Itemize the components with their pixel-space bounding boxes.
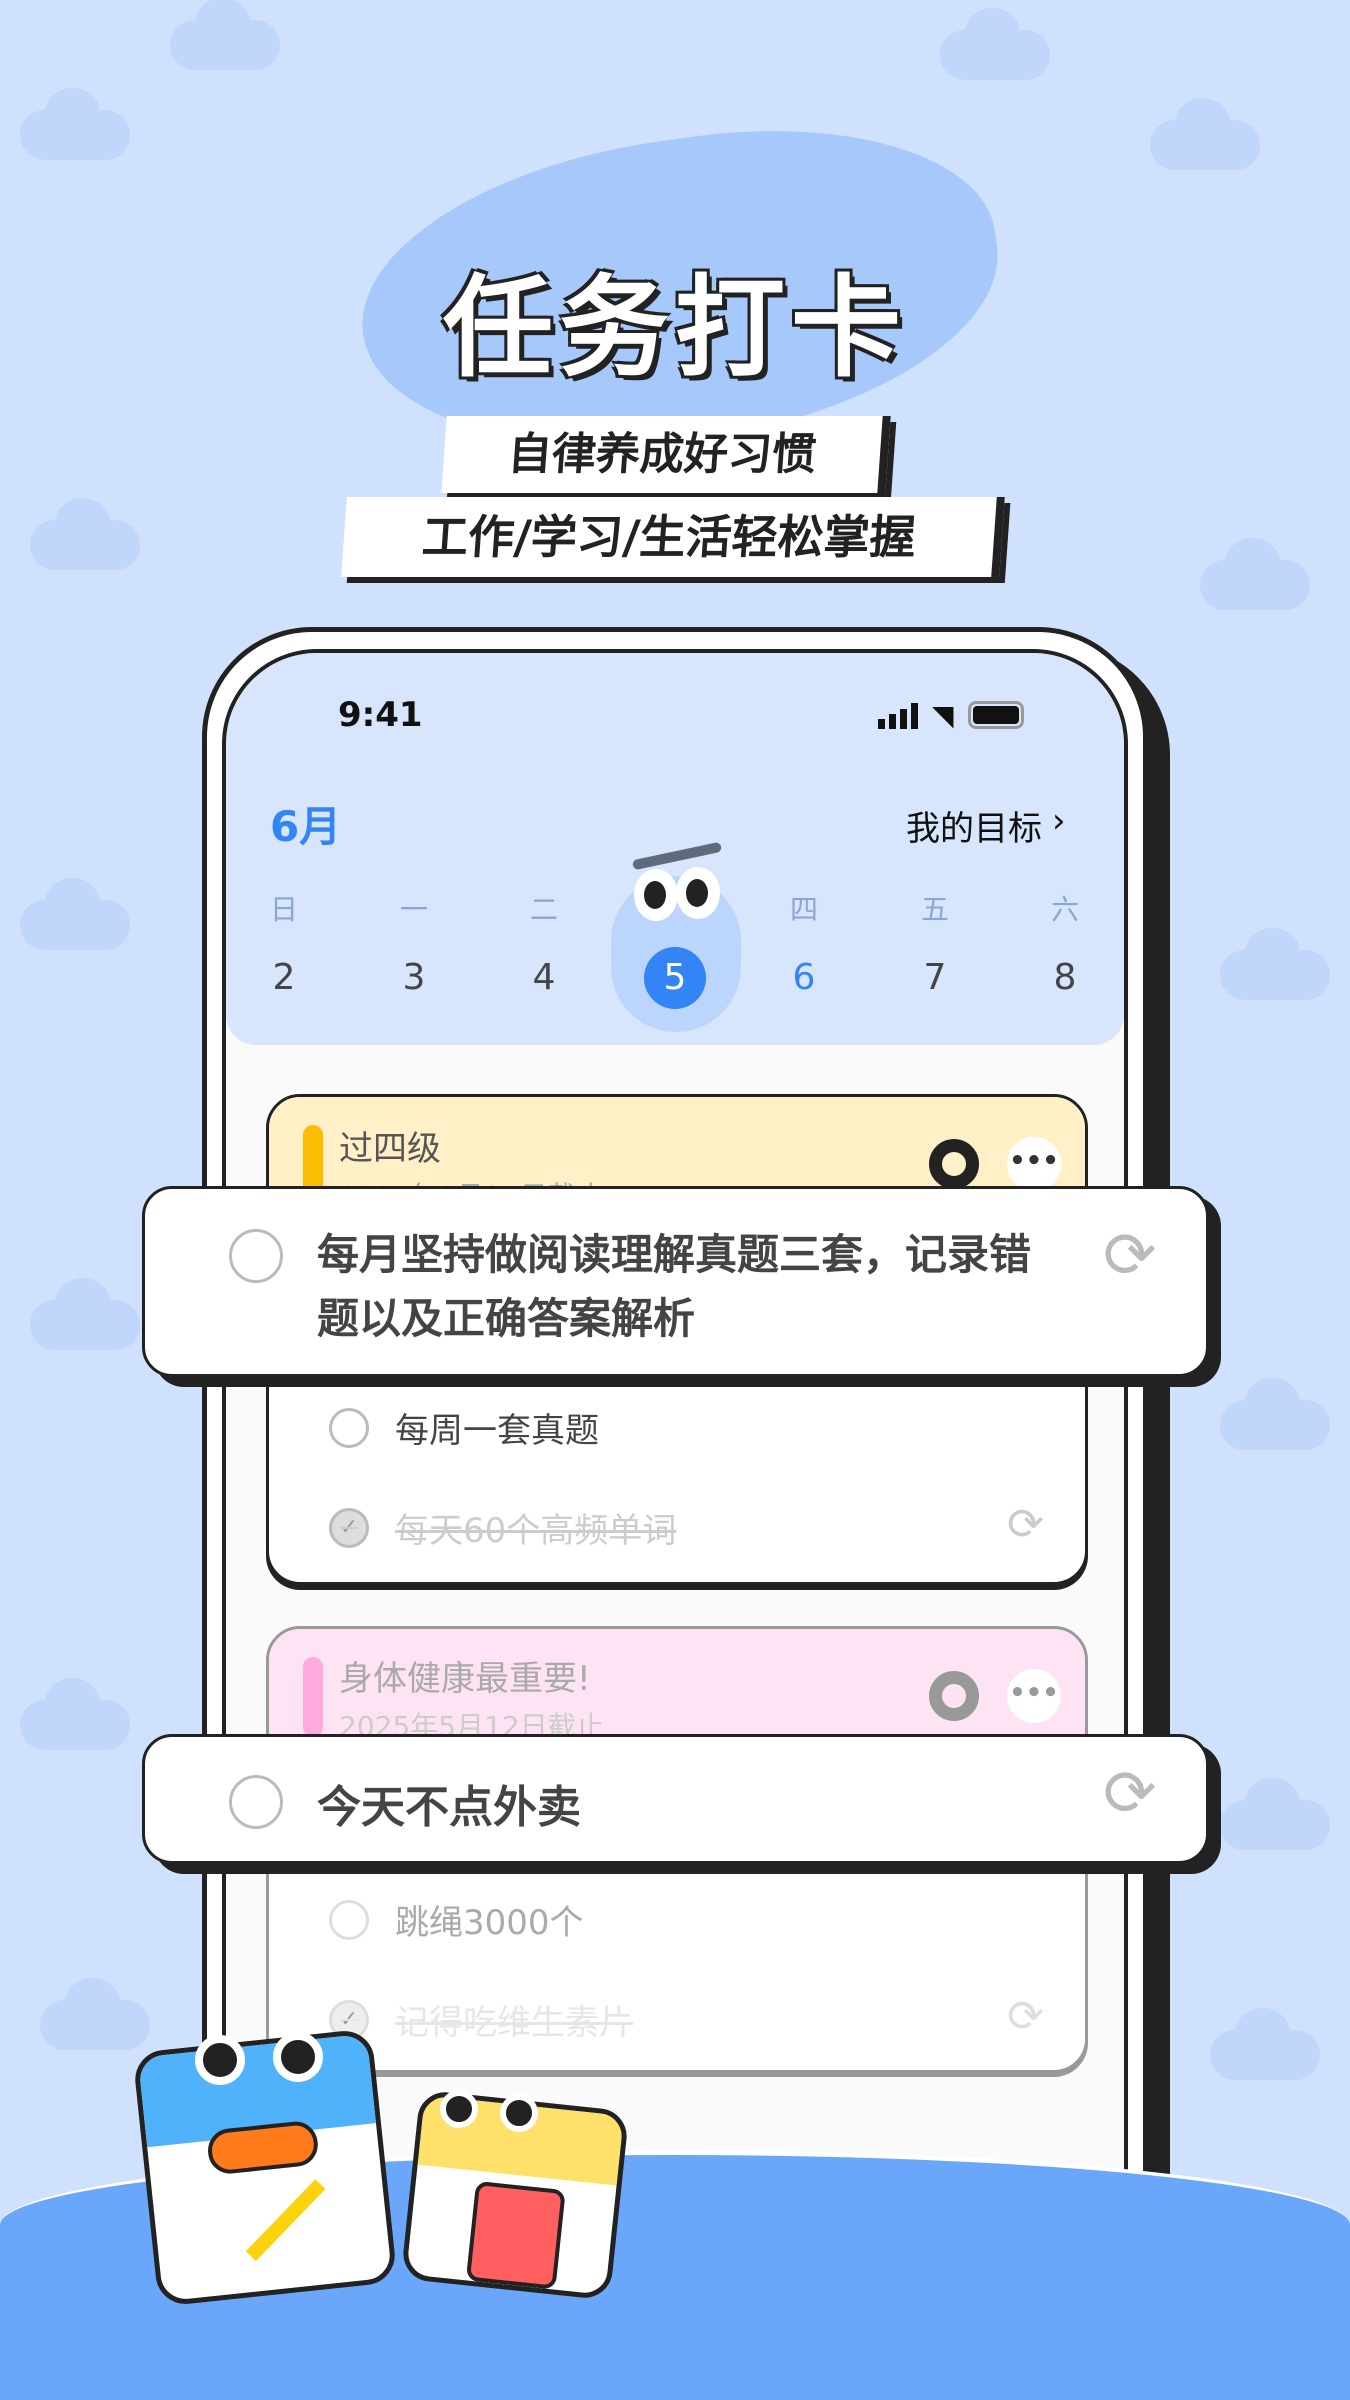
weekday-mon: 一: [399, 893, 428, 926]
hero-subtitle-1: 自律养成好习惯: [441, 416, 891, 493]
task-label: 记得吃维生素片: [395, 2003, 633, 2043]
weekday-sun: 日: [269, 893, 298, 926]
checkbox[interactable]: [329, 1899, 369, 1940]
mascot-eye: [440, 2090, 478, 2128]
mascot-eye: [500, 2094, 538, 2132]
weekday-thu: 四: [789, 893, 818, 926]
battery-icon: [967, 701, 1024, 729]
task-label: 每周一套真题: [395, 1411, 599, 1451]
goal-title: 过四级: [339, 1129, 441, 1169]
signal-icon: [878, 703, 918, 729]
checked-checkbox[interactable]: ✓: [329, 1507, 369, 1548]
mascot-eye: [195, 2035, 245, 2085]
task-item-done[interactable]: ✓ 每天60个高频单词: [329, 1503, 676, 1552]
hero-subtitle-2: 工作/学习/生活轻松掌握: [341, 497, 1005, 577]
hero-title: 任务打卡: [443, 264, 907, 392]
task-label: 每月坚持做阅读理解真题三套，记录错题以及正确答案解析: [317, 1230, 1032, 1343]
date-7[interactable]: 7: [905, 957, 965, 998]
checkbox[interactable]: [229, 1775, 283, 1829]
month-label: 6月: [270, 802, 342, 851]
weekday-fri: 五: [920, 893, 949, 926]
task-item-done[interactable]: ✓ 记得吃维生素片: [329, 1995, 633, 2044]
weekday-tue: 二: [529, 893, 558, 926]
date-8[interactable]: 8: [1035, 957, 1095, 998]
mascot-blue-icon: [132, 2028, 398, 2307]
task-label: 每天60个高频单词: [395, 1511, 677, 1551]
calendar-header: 9:41 ◥ 6月 我的目标 › 日 一 二 四 五 六 2 3 4 5 6 7 …: [226, 653, 1124, 1045]
weekday-sat: 六: [1050, 893, 1079, 926]
checkbox[interactable]: [229, 1229, 283, 1283]
progress-ring-icon: [929, 1671, 979, 1721]
mascot-eye: [273, 2032, 323, 2082]
wifi-icon: ◥: [932, 699, 954, 732]
repeat-icon: ⟳: [1103, 1757, 1157, 1831]
my-goals-link[interactable]: 我的目标 ›: [906, 801, 1066, 850]
task-item[interactable]: 每周一套真题: [329, 1403, 599, 1452]
checkbox[interactable]: [329, 1407, 369, 1448]
chevron-right-icon: ›: [1052, 801, 1066, 841]
repeat-icon: ⟳: [1007, 1499, 1044, 1550]
more-button[interactable]: •••: [1007, 1137, 1061, 1191]
highlight-task-card-2[interactable]: 今天不点外卖 ⟳: [142, 1734, 1209, 1864]
task-label: 跳绳3000个: [395, 1903, 584, 1943]
date-5-selected[interactable]: 5: [644, 947, 706, 1009]
task-item[interactable]: 跳绳3000个: [329, 1895, 584, 1944]
status-icons: ◥: [878, 699, 1024, 732]
goal-title: 身体健康最重要!: [339, 1659, 591, 1699]
date-6[interactable]: 6: [774, 957, 834, 998]
more-button[interactable]: •••: [1007, 1669, 1061, 1723]
task-label: 今天不点外卖: [317, 1782, 581, 1833]
repeat-icon: ⟳: [1103, 1219, 1157, 1293]
progress-ring-icon: [929, 1139, 979, 1189]
my-goals-label: 我的目标: [906, 809, 1042, 849]
date-2[interactable]: 2: [254, 957, 314, 998]
date-4[interactable]: 4: [514, 957, 574, 998]
mascot-eyes-icon: [624, 841, 728, 921]
repeat-icon: ⟳: [1007, 1991, 1044, 2042]
goal-color-bar: [303, 1657, 323, 1737]
highlight-task-card-1[interactable]: 每月坚持做阅读理解真题三套，记录错题以及正确答案解析 ⟳: [142, 1186, 1209, 1377]
date-3[interactable]: 3: [384, 957, 444, 998]
status-time: 9:41: [338, 695, 423, 735]
